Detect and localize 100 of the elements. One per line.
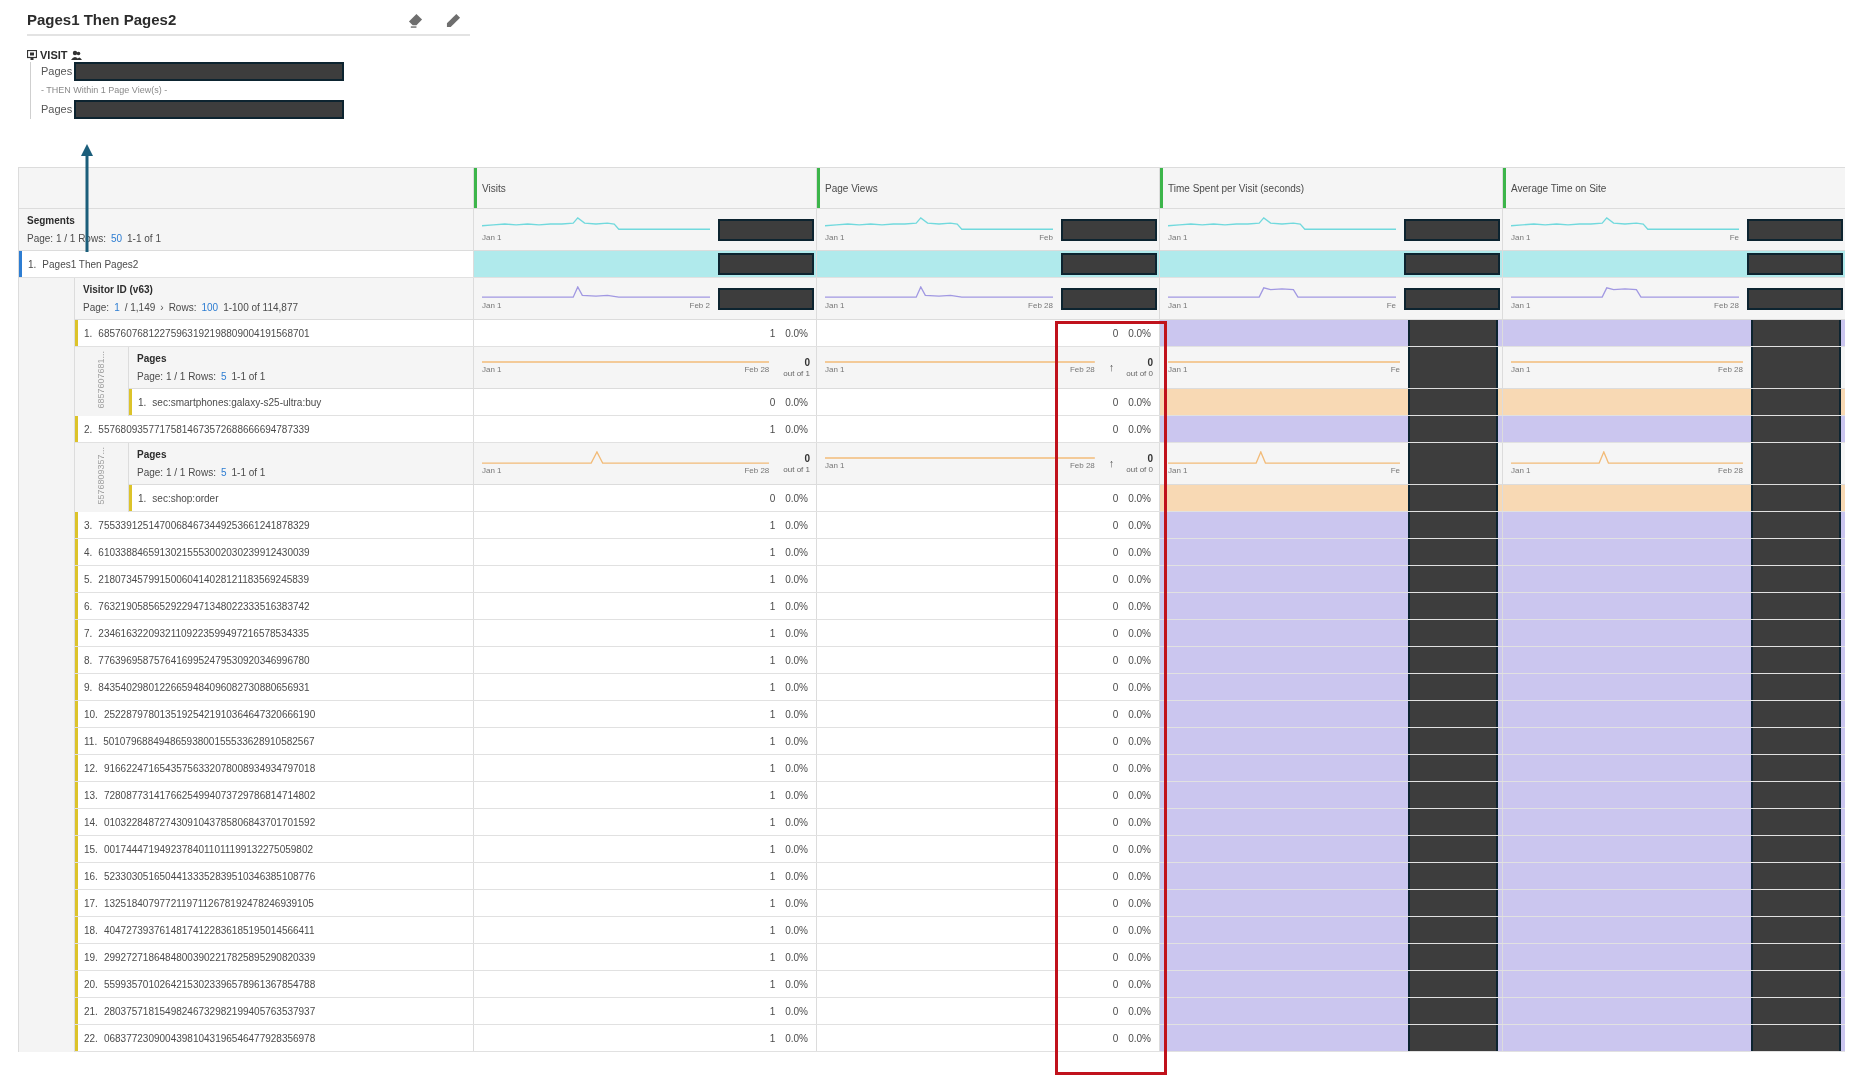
row-number: 1. [138, 491, 147, 506]
axis-label: Jan 1 [825, 301, 845, 311]
total-value: 0 [1147, 356, 1153, 368]
metric-percent: 0.0% [785, 326, 808, 341]
pager-text: 1-1 of 1 [127, 232, 161, 246]
row-label: 28037571815498246732982199405763537937 [103, 1004, 316, 1019]
metric-value: 1 [769, 599, 776, 614]
metric-percent: 0.0% [1128, 599, 1151, 614]
axis-label: Jan 1 [825, 232, 845, 243]
row-number: 9. [84, 680, 93, 695]
row-label: 13251840797721197112678192478246939105 [103, 896, 314, 911]
metric-value: 0 [1112, 923, 1119, 938]
row-number: 18. [84, 923, 98, 938]
metric-percent: 0.0% [785, 572, 808, 587]
row-label: Pages1 Then Pages2 [42, 257, 139, 272]
next-page-button[interactable]: › [160, 300, 164, 315]
column-header[interactable]: Page Views [816, 168, 1159, 208]
axis-label: Jan 1 [1511, 364, 1531, 375]
row-label: 23461632209321109223599497216578534335 [98, 626, 309, 641]
metric-value: 0 [1112, 788, 1119, 803]
rows-link[interactable]: 50 [110, 231, 123, 246]
people-icon [70, 50, 82, 60]
metric-value: 0 [1112, 680, 1119, 695]
metric-value: 0 [1112, 977, 1119, 992]
metric-value: 1 [769, 842, 776, 857]
total-value: 0 [804, 452, 810, 464]
rows-link[interactable]: 5 [220, 369, 227, 384]
row-number: 17. [84, 896, 98, 911]
metric-value: 0 [1112, 653, 1119, 668]
column-header[interactable]: Average Time on Site [1502, 168, 1845, 208]
row-number: 1. [138, 395, 147, 410]
row-number: 16. [84, 869, 98, 884]
metric-percent: 0.0% [1128, 518, 1151, 533]
metric-percent: 0.0% [1128, 842, 1151, 857]
metric-value: 0 [1112, 1004, 1119, 1019]
row-number: 7. [84, 626, 93, 641]
axis-label: Jan 1 [1168, 364, 1188, 375]
sort-arrow[interactable]: ↑ [1108, 455, 1115, 472]
metric-value: 1 [769, 326, 776, 341]
row-label: 77639695875764169952479530920346996780 [98, 653, 310, 668]
metric-percent: 0.0% [1128, 680, 1151, 695]
metric-value: 0 [1112, 491, 1119, 506]
rows-link[interactable]: 5 [220, 465, 227, 480]
metric-value: 0 [1112, 422, 1119, 437]
breakdown-title: Segments [27, 214, 76, 228]
metric-percent: 0.0% [785, 653, 808, 668]
axis-label: Feb 28 [1714, 301, 1739, 311]
metric-value: 0 [1112, 1031, 1119, 1046]
metric-percent: 0.0% [1128, 761, 1151, 776]
axis-label: Feb 28 [1069, 460, 1095, 471]
metric-percent: 0.0% [785, 896, 808, 911]
metric-percent: 0.0% [785, 599, 808, 614]
metric-value: 0 [1112, 842, 1119, 857]
metric-percent: 0.0% [1128, 626, 1151, 641]
row-number: 12. [84, 761, 98, 776]
metric-percent: 0.0% [785, 761, 808, 776]
rows-link[interactable]: 1 [114, 300, 120, 315]
metric-value: 0 [1112, 326, 1119, 341]
metric-percent: 0.0% [1128, 869, 1151, 884]
sort-arrow[interactable]: ↑ [1108, 359, 1115, 376]
metric-percent: 0.0% [1128, 977, 1151, 992]
metric-percent: 0.0% [785, 923, 808, 938]
axis-label: Feb 28 [1069, 364, 1095, 375]
row-label: 91662247165435756332078008934934797018 [103, 761, 316, 776]
rows-link[interactable]: 100 [201, 300, 219, 315]
row-number: 13. [84, 788, 98, 803]
axis-label: Jan 1 [482, 364, 502, 375]
metric-percent: 0.0% [1128, 1031, 1151, 1046]
axis-label: Fe [1390, 466, 1400, 476]
axis-label: Feb 2 [689, 301, 710, 311]
metric-value: 0 [1112, 395, 1119, 410]
metric-percent: 0.0% [1128, 950, 1151, 965]
eraser-icon [407, 12, 423, 28]
axis-label: Feb 28 [744, 466, 770, 476]
axis-label: Jan 1 [1168, 232, 1188, 243]
metric-value: 1 [769, 1031, 776, 1046]
metric-value: 0 [1112, 572, 1119, 587]
row-label: 40472739376148174122836185195014566411 [103, 923, 315, 938]
row-side-label: 6857607681... [94, 351, 107, 409]
pager-text: 1-100 of 114,877 [223, 301, 298, 315]
total-value: 0 [1147, 452, 1153, 464]
axis-label: Fe [1390, 364, 1400, 375]
metric-percent: 0.0% [1128, 707, 1151, 722]
metric-percent: 0.0% [785, 422, 808, 437]
column-header[interactable]: Time Spent per Visit (seconds) [1159, 168, 1502, 208]
pager-text: Page: 1 / 1 Rows: [137, 370, 216, 384]
edit-button[interactable] [444, 11, 462, 29]
row-label: 01032284872743091043785806843701701592 [103, 815, 316, 830]
metric-value: 1 [769, 950, 776, 965]
panel-title: Pages1 Then Pages2 [27, 9, 177, 30]
axis-label: Jan 1 [482, 466, 502, 476]
column-header[interactable]: Visits [473, 168, 816, 208]
metric-percent: 0.0% [785, 626, 808, 641]
metric-value: 0 [1112, 761, 1119, 776]
metric-value: 1 [769, 422, 776, 437]
eraser-button[interactable] [406, 11, 424, 29]
axis-label: Jan 1 [1511, 466, 1531, 476]
metric-percent: 0.0% [785, 977, 808, 992]
metric-value: 1 [769, 707, 776, 722]
metric-percent: 0.0% [1128, 923, 1151, 938]
